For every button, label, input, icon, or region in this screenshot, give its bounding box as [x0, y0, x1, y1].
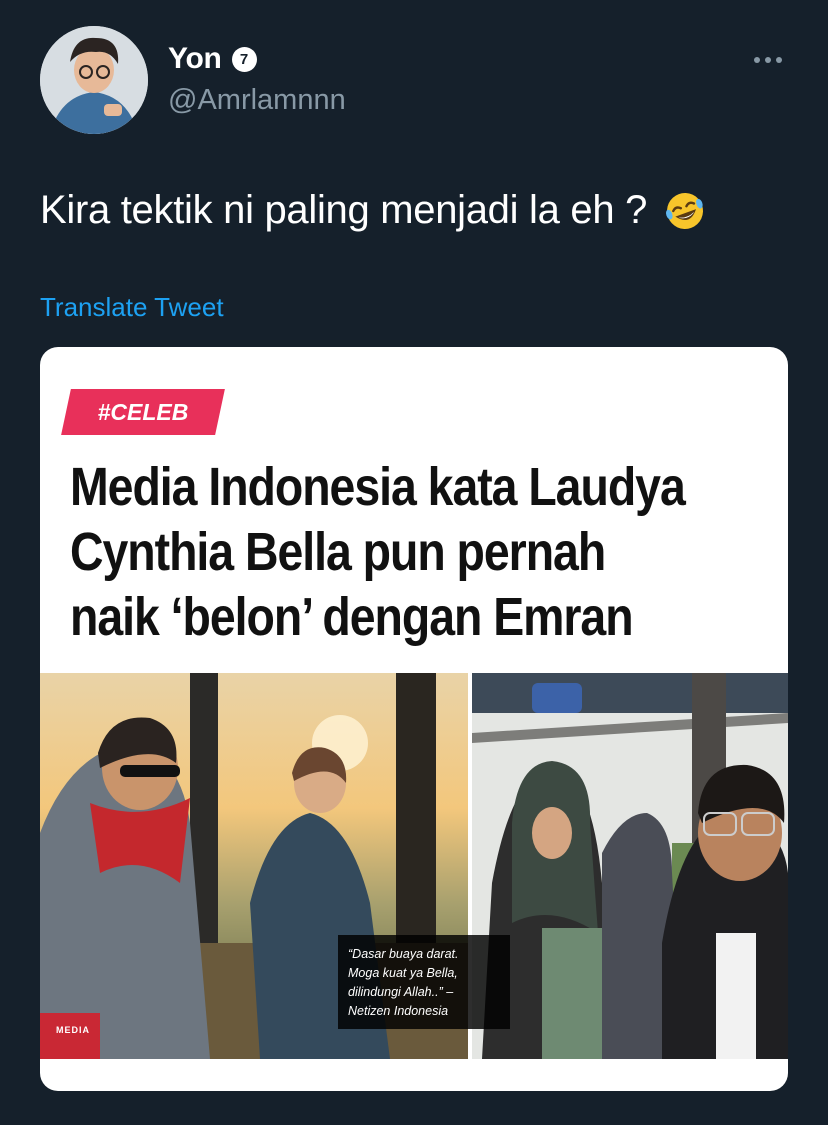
article-headline: Media Indonesia kata Laudya Cynthia Bell… [70, 455, 686, 650]
tweet: Yon 7 @Amrlamnnn Kira tektik ni paling m… [0, 0, 828, 1125]
celeb-tag: #CELEB [97, 398, 189, 425]
tweet-body: Kira tektik ni paling menjadi la eh ? [40, 188, 648, 232]
quote-caption: “Dasar buaya darat. Moga kuat ya Bella, … [338, 935, 510, 1029]
translate-tweet-link[interactable]: Translate Tweet [40, 292, 224, 323]
media-logo: MEDIA [56, 1025, 90, 1035]
display-name[interactable]: Yon [168, 42, 222, 76]
more-options-icon[interactable] [752, 48, 784, 72]
quote-line: “Dasar buaya darat. [348, 947, 459, 961]
headline-line: Cynthia Bella pun pernah [70, 522, 606, 582]
laughing-emoji-icon [666, 192, 704, 229]
headline-line: naik ‘belon’ dengan Emran [70, 587, 634, 647]
quote-line: Netizen Indonesia [348, 1004, 449, 1018]
avatar[interactable] [40, 26, 148, 134]
tweet-media-image[interactable]: #CELEB Media Indonesia kata Laudya Cynth… [40, 347, 788, 1091]
headline-line: Media Indonesia kata Laudya [70, 457, 686, 517]
avatar-image [40, 26, 148, 134]
rank-badge-icon: 7 [231, 46, 257, 72]
user-name-row[interactable]: Yon 7 [168, 42, 257, 76]
quote-line: dilindungi Allah..” – [348, 985, 454, 999]
quote-line: Moga kuat ya Bella, [348, 966, 458, 980]
user-handle[interactable]: @Amrlamnnn [168, 84, 346, 117]
balloon-photo-right [472, 673, 788, 1059]
tweet-text: Kira tektik ni paling menjadi la eh ? [40, 188, 707, 233]
